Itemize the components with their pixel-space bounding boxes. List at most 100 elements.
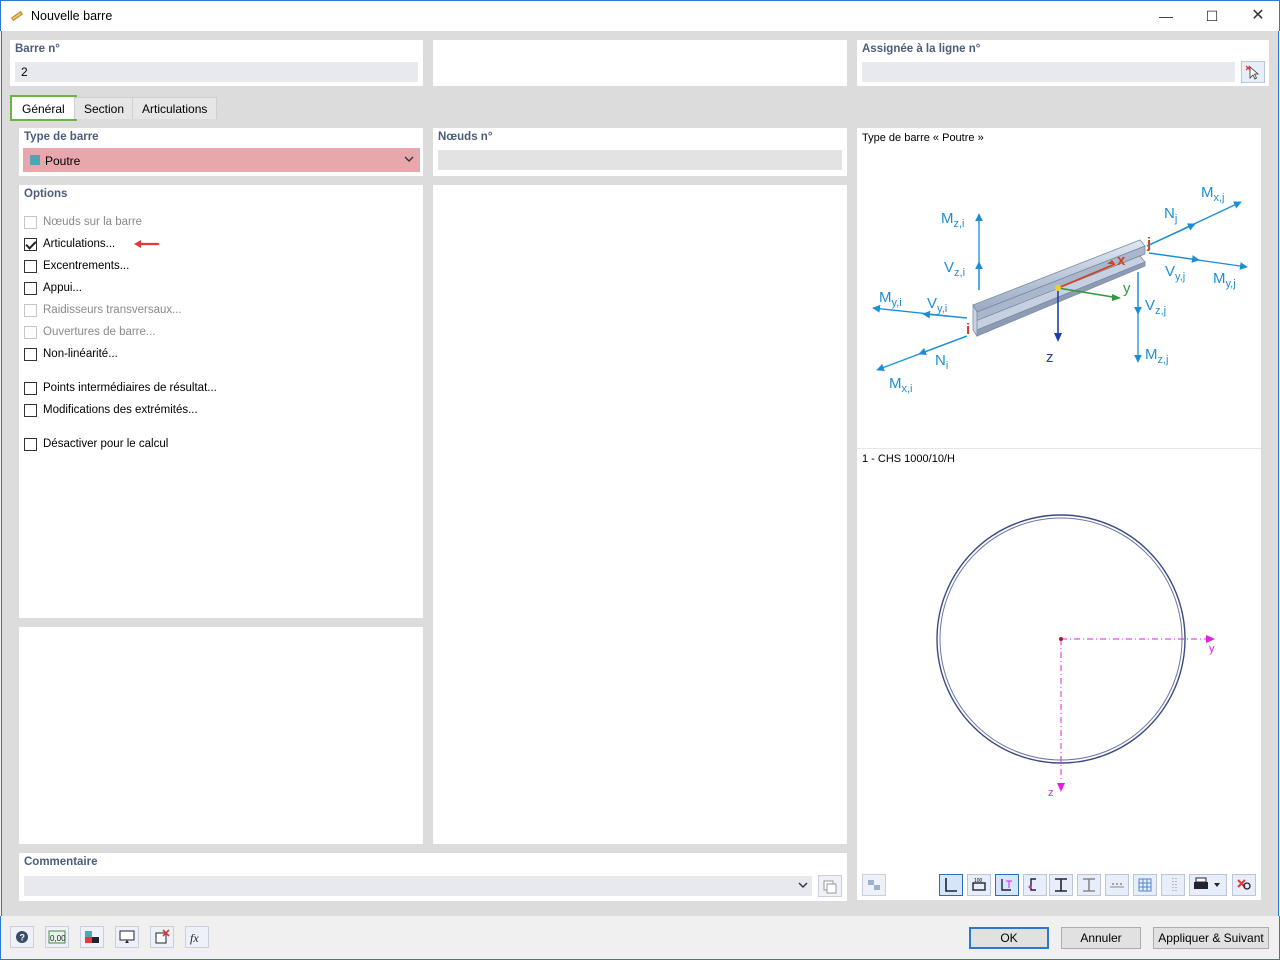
comment-input[interactable] — [24, 876, 812, 896]
stress-points-icon — [1110, 883, 1124, 888]
tab-articulations[interactable]: Articulations — [132, 97, 218, 119]
option-intermediate-result-points[interactable]: Points intermédiaires de résultat... — [24, 380, 217, 396]
chevron-down-icon — [404, 156, 414, 162]
help-icon: ? — [16, 931, 28, 943]
tab-general[interactable]: Général — [10, 95, 77, 121]
ibeam-outline-button[interactable] — [1077, 874, 1101, 896]
close-icon[interactable]: ✕ — [1235, 1, 1280, 31]
display-button[interactable] — [115, 926, 139, 948]
arrow-vyj — [1148, 252, 1200, 263]
deactivate-calculation-checkbox[interactable] — [24, 437, 37, 451]
title-bar: Nouvelle barre — ☐ ✕ — [0, 0, 1280, 31]
member-type-panel: Type de barre Poutre — [19, 128, 423, 176]
axes-button[interactable] — [995, 874, 1019, 896]
ok-button[interactable]: OK — [969, 927, 1049, 949]
comment-panel: Commentaire — [19, 853, 847, 901]
option-transverse-stiffeners: Raidisseurs transversaux... — [24, 302, 182, 318]
reset-view-button[interactable] — [1232, 874, 1256, 896]
eccentricities-checkbox[interactable] — [24, 259, 37, 273]
grid-button[interactable] — [1133, 874, 1157, 896]
support-checkbox[interactable] — [24, 281, 37, 295]
axes-icon — [1001, 879, 1012, 891]
reset-view-icon — [1237, 879, 1251, 890]
label-mzj: Mz,j — [1145, 346, 1169, 366]
member-number-panel: Barre n° 2 — [10, 40, 423, 86]
help-button[interactable]: ? — [10, 926, 34, 948]
nodes-panel: Nœuds n° — [433, 128, 847, 176]
label-myj: My,j — [1213, 270, 1236, 290]
label-mzi: Mz,i — [941, 210, 965, 230]
svg-text:?: ? — [20, 933, 26, 943]
preview-refresh-button[interactable] — [862, 874, 886, 896]
cancel-button[interactable]: Annuler — [1061, 927, 1141, 949]
svg-text:0,00: 0,00 — [50, 934, 66, 943]
dotted-grid-button[interactable] — [1161, 874, 1185, 896]
pick-cursor-icon — [1245, 65, 1260, 80]
end-modifications-checkbox[interactable] — [24, 403, 37, 417]
member-type-swatch — [30, 155, 40, 165]
member-type-select[interactable]: Poutre — [23, 148, 420, 172]
window-title: Nouvelle barre — [31, 9, 113, 23]
tab-section[interactable]: Section — [74, 97, 135, 119]
dimensions-button[interactable]: 100 — [967, 874, 991, 896]
info-panel — [19, 627, 423, 844]
minimize-icon[interactable]: — — [1143, 1, 1189, 31]
option-nonlinearity[interactable]: Non-linéarité... — [24, 346, 118, 362]
option-label: Ouvertures de barre... — [43, 326, 156, 338]
stress-points-button[interactable] — [1105, 874, 1129, 896]
pick-line-button[interactable] — [1241, 61, 1265, 83]
details-panel — [433, 185, 847, 844]
option-label: Désactiver pour le calcul — [43, 438, 169, 450]
option-end-modifications[interactable]: Modifications des extrémités... — [24, 402, 198, 418]
member-number-input[interactable]: 2 — [15, 62, 418, 82]
option-label: Raidisseurs transversaux... — [43, 304, 182, 316]
beam-diagram: x y z i j Mz,i Vz,i My,i Vy,i Ni Mx,i Nj… — [872, 184, 1248, 395]
nonlinearity-checkbox[interactable] — [24, 347, 37, 361]
option-deactivate-calculation[interactable]: Désactiver pour le calcul — [24, 436, 168, 452]
nodes-label: Nœuds n° — [438, 131, 493, 143]
option-articulations[interactable]: Articulations... — [24, 236, 115, 252]
option-support[interactable]: Appui... — [24, 280, 82, 296]
dimensions-icon: 100 — [972, 878, 986, 891]
grid-icon — [1138, 878, 1152, 892]
option-eccentricities[interactable]: Excentrements... — [24, 258, 129, 274]
function-button[interactable]: fx — [185, 926, 209, 948]
header-empty-panel — [433, 40, 847, 86]
ibeam-button[interactable] — [1049, 874, 1073, 896]
comment-label: Commentaire — [24, 856, 98, 868]
comment-chevron-down-icon[interactable] — [798, 882, 808, 889]
section-diagram: y z — [936, 514, 1215, 799]
units-icon: 0,00 — [48, 930, 66, 944]
option-label: Nœuds sur la barre — [43, 216, 143, 228]
label-ni: Ni — [935, 352, 948, 372]
section-preview-title: 1 - CHS 1000/10/H — [862, 453, 955, 465]
delete-icon — [155, 929, 170, 944]
units-button[interactable]: 0,00 — [45, 926, 69, 948]
centroid-button[interactable] — [1023, 874, 1047, 896]
apply-next-button[interactable]: Appliquer & Suivant — [1153, 927, 1269, 949]
assigned-line-input[interactable] — [862, 62, 1235, 82]
printer-icon — [1194, 877, 1220, 889]
transverse-stiffeners-checkbox — [24, 303, 37, 317]
ibeam-icon — [1055, 878, 1067, 892]
svg-text:100: 100 — [974, 878, 983, 884]
view-section-button[interactable] — [939, 874, 963, 896]
option-label: Modifications des extrémités... — [43, 404, 198, 416]
refresh-icon — [868, 880, 880, 890]
member-app-icon — [10, 10, 24, 22]
label-vzj: Vz,j — [1145, 297, 1166, 317]
maximize-icon[interactable]: ☐ — [1189, 1, 1235, 31]
view-icon — [85, 931, 99, 943]
section-centroid — [1059, 637, 1063, 641]
option-label: Points intermédiaires de résultat... — [43, 382, 217, 394]
articulations-checkbox[interactable] — [24, 237, 37, 251]
delete-button[interactable] — [150, 926, 174, 948]
preview-divider — [857, 448, 1261, 449]
axis-z-label: z — [1046, 349, 1054, 366]
comment-library-button[interactable] — [818, 875, 842, 897]
function-icon: fx — [190, 931, 199, 945]
view-button[interactable] — [80, 926, 104, 948]
print-button[interactable] — [1189, 874, 1227, 896]
member-openings-checkbox — [24, 325, 37, 339]
intermediate-points-checkbox[interactable] — [24, 381, 37, 395]
